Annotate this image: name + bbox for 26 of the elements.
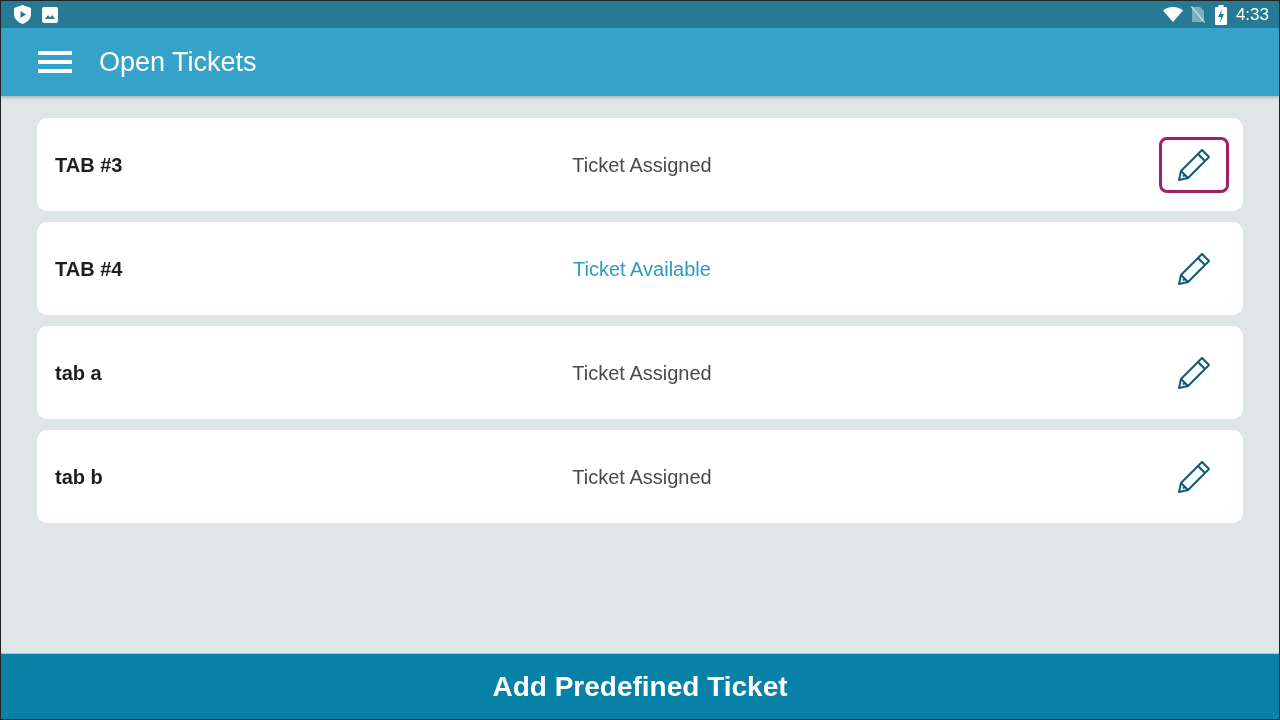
wifi-icon [1162,7,1183,22]
ticket-name: TAB #4 [55,256,123,282]
pencil-icon [1177,459,1211,494]
ticket-status: Ticket Assigned [572,464,712,490]
ticket-name: TAB #3 [55,152,123,178]
shield-play-icon [14,5,31,24]
edit-button[interactable] [1159,136,1229,193]
ticket-card[interactable]: tab a Ticket Assigned [37,326,1243,419]
pencil-icon [1177,147,1211,182]
ticket-name: tab a [55,360,102,386]
ticket-card[interactable]: tab b Ticket Assigned [37,430,1243,523]
screen-title: Open Tickets [99,48,257,76]
ticket-name: tab b [55,464,103,490]
add-predefined-ticket-button[interactable]: Add Predefined Ticket [1,653,1279,719]
ticket-status: Ticket Assigned [572,152,712,178]
image-icon [42,6,58,23]
ticket-status: Ticket Available [573,256,711,282]
clock-time: 4:33 [1235,6,1269,23]
no-sim-icon [1190,6,1205,23]
battery-charging-icon [1214,4,1227,25]
ticket-card[interactable]: TAB #3 Ticket Assigned [37,118,1243,211]
ticket-card[interactable]: TAB #4 Ticket Available [37,222,1243,315]
pencil-icon [1177,355,1211,390]
menu-icon[interactable] [38,51,72,73]
ticket-status: Ticket Assigned [572,360,712,386]
pencil-icon [1177,251,1211,286]
